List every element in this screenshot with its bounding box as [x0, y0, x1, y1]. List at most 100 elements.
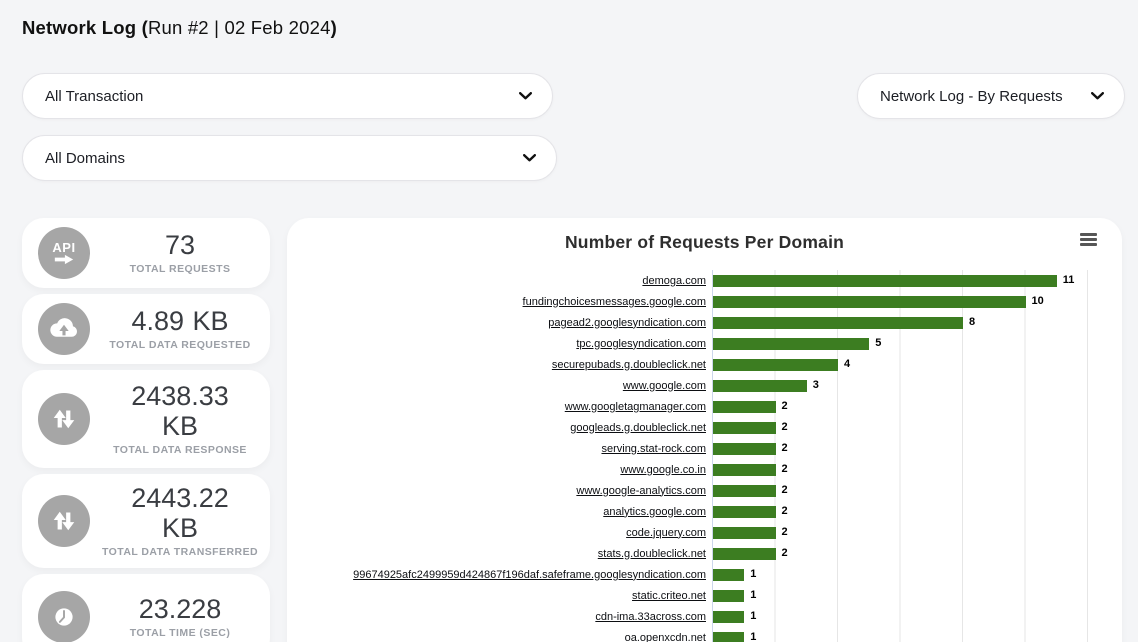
bar[interactable]	[713, 275, 1057, 287]
domain-link[interactable]: stats.g.doubleclick.net	[287, 548, 712, 560]
chart-row: analytics.google.com 2	[287, 501, 1122, 522]
bar-value-label: 2	[782, 422, 788, 433]
chevron-down-icon	[519, 92, 532, 100]
bar-value-label: 2	[782, 443, 788, 454]
stats-sidebar: API 73 TOTAL REQUESTS 4.89 KB TOTAL DATA…	[22, 218, 270, 642]
page-title-run-info: Run #2 | 02 Feb 2024	[148, 17, 331, 38]
bar[interactable]	[713, 422, 776, 434]
bar[interactable]	[713, 317, 963, 329]
bar[interactable]	[713, 611, 744, 623]
stat-value: 2438.33 KB	[114, 382, 246, 440]
bar[interactable]	[713, 506, 776, 518]
chart-plot-cell: 1	[712, 606, 1122, 627]
stat-card-total-requests: API 73 TOTAL REQUESTS	[22, 218, 270, 288]
chart-plot-cell: 1	[712, 627, 1122, 642]
bar[interactable]	[713, 632, 744, 642]
page-title-suffix: )	[331, 17, 337, 38]
bar-value-label: 1	[750, 569, 756, 580]
bar-value-label: 2	[782, 506, 788, 517]
requests-per-domain-chart-card: Number of Requests Per Domain demoga.com…	[287, 218, 1122, 642]
chart-row: fundingchoicesmessages.google.com 10	[287, 291, 1122, 312]
chart-row: static.criteo.net 1	[287, 585, 1122, 606]
domain-link[interactable]: 99674925afc2499959d424867f196daf.safefra…	[287, 569, 712, 581]
bar[interactable]	[713, 296, 1026, 308]
chart-context-menu-icon[interactable]	[1080, 233, 1097, 246]
domain-link[interactable]: www.google-analytics.com	[287, 485, 712, 497]
bar[interactable]	[713, 359, 838, 371]
domain-link[interactable]: tpc.googlesyndication.com	[287, 338, 712, 350]
chart-row: tpc.googlesyndication.com 5	[287, 333, 1122, 354]
chart-plot-cell: 2	[712, 396, 1122, 417]
stat-label: TOTAL REQUESTS	[100, 263, 260, 275]
chart-row: www.googletagmanager.com 2	[287, 396, 1122, 417]
domain-link[interactable]: oa.openxcdn.net	[287, 632, 712, 642]
bar[interactable]	[713, 485, 776, 497]
stat-card-total-time: 23.228 TOTAL TIME (SEC)	[22, 574, 270, 642]
domain-link[interactable]: static.criteo.net	[287, 590, 712, 602]
bar[interactable]	[713, 464, 776, 476]
chart-row: stats.g.doubleclick.net 2	[287, 543, 1122, 564]
bar-value-label: 10	[1032, 296, 1044, 307]
transaction-filter-dropdown[interactable]: All Transaction	[22, 73, 553, 119]
chart-plot-cell: 1	[712, 585, 1122, 606]
chevron-down-icon	[1091, 92, 1104, 100]
chart-plot-cell: 5	[712, 333, 1122, 354]
stat-value: 4.89 KB	[114, 307, 246, 336]
bar-chart: demoga.com 11 fundingchoicesmessages.goo…	[287, 270, 1122, 642]
bar[interactable]	[713, 590, 744, 602]
stat-card-data-requested: 4.89 KB TOTAL DATA REQUESTED	[22, 294, 270, 364]
bar-value-label: 4	[844, 359, 850, 370]
bar-value-label: 1	[750, 632, 756, 642]
domain-link[interactable]: www.google.co.in	[287, 464, 712, 476]
cloud-upload-icon	[38, 303, 90, 355]
page-title: Network Log (Run #2 | 02 Feb 2024)	[22, 17, 337, 39]
bar[interactable]	[713, 338, 869, 350]
clock-icon	[38, 591, 90, 642]
domains-filter-dropdown[interactable]: All Domains	[22, 135, 557, 181]
domain-link[interactable]: www.googletagmanager.com	[287, 401, 712, 413]
bar[interactable]	[713, 569, 744, 581]
data-transfer-icon	[38, 393, 90, 445]
stat-value: 73	[114, 231, 246, 260]
domain-link[interactable]: serving.stat-rock.com	[287, 443, 712, 455]
stat-value: 23.228	[114, 595, 246, 624]
domain-link[interactable]: fundingchoicesmessages.google.com	[287, 296, 712, 308]
stat-card-data-response: 2438.33 KB TOTAL DATA RESPONSE	[22, 370, 270, 468]
bar-value-label: 2	[782, 401, 788, 412]
bar-value-label: 11	[1063, 275, 1075, 286]
bar-value-label: 2	[782, 485, 788, 496]
chart-plot-cell: 2	[712, 543, 1122, 564]
chart-plot-cell: 2	[712, 417, 1122, 438]
chart-plot-cell: 8	[712, 312, 1122, 333]
chart-row: www.google.com 3	[287, 375, 1122, 396]
chart-row: 99674925afc2499959d424867f196daf.safefra…	[287, 564, 1122, 585]
api-icon-label: API	[52, 241, 75, 254]
domain-link[interactable]: www.google.com	[287, 380, 712, 392]
bar[interactable]	[713, 380, 807, 392]
domain-link[interactable]: securepubads.g.doubleclick.net	[287, 359, 712, 371]
chart-plot-cell: 10	[712, 291, 1122, 312]
bar-value-label: 1	[750, 611, 756, 622]
domain-link[interactable]: code.jquery.com	[287, 527, 712, 539]
stat-label: TOTAL DATA REQUESTED	[100, 339, 260, 351]
bar[interactable]	[713, 401, 776, 413]
domain-link[interactable]: pagead2.googlesyndication.com	[287, 317, 712, 329]
chart-plot-cell: 2	[712, 438, 1122, 459]
chart-row: demoga.com 11	[287, 270, 1122, 291]
domains-filter-value: All Domains	[45, 150, 125, 167]
chart-row: oa.openxcdn.net 1	[287, 627, 1122, 642]
chevron-down-icon	[523, 154, 536, 162]
domain-link[interactable]: demoga.com	[287, 275, 712, 287]
bar-value-label: 8	[969, 317, 975, 328]
domain-link[interactable]: analytics.google.com	[287, 506, 712, 518]
bar[interactable]	[713, 527, 776, 539]
chart-plot-cell: 1	[712, 564, 1122, 585]
bar[interactable]	[713, 548, 776, 560]
chart-plot-cell: 2	[712, 480, 1122, 501]
domain-link[interactable]: googleads.g.doubleclick.net	[287, 422, 712, 434]
domain-link[interactable]: cdn-ima.33across.com	[287, 611, 712, 623]
data-transfer-icon	[38, 495, 90, 547]
report-view-dropdown[interactable]: Network Log - By Requests	[857, 73, 1125, 119]
stat-label: TOTAL DATA RESPONSE	[100, 444, 260, 456]
bar[interactable]	[713, 443, 776, 455]
